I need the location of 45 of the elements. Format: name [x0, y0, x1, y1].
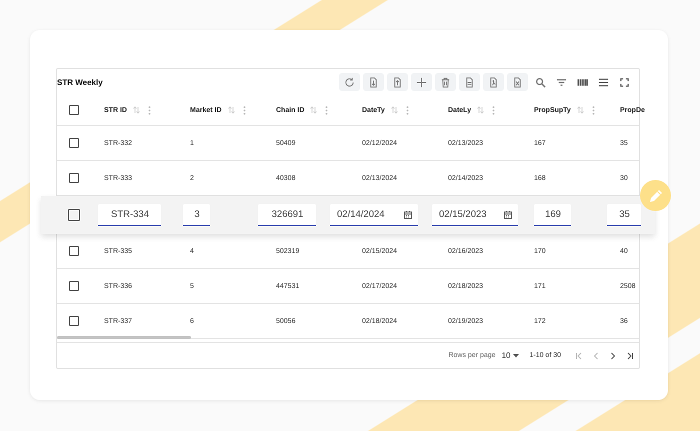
file-upload-button[interactable]: [363, 73, 384, 91]
file-download-icon: [392, 76, 403, 88]
file-download-button[interactable]: [387, 73, 408, 91]
table-title: STR Weekly: [57, 78, 103, 86]
trash-icon: [440, 76, 451, 88]
input-field[interactable]: 169: [534, 204, 571, 226]
last-page-icon: [626, 352, 634, 360]
search-icon: [534, 76, 546, 88]
excel-file-button[interactable]: [507, 73, 528, 91]
row-checkbox[interactable]: [68, 209, 80, 221]
input-field[interactable]: 326691: [258, 204, 316, 226]
pdf-file-icon: [488, 76, 499, 88]
file-upload-icon: [368, 76, 379, 88]
input-field[interactable]: STR-334: [98, 204, 161, 226]
input-field[interactable]: 3: [183, 204, 210, 226]
excel-file-icon: [512, 76, 523, 88]
refresh-icon: [344, 76, 355, 88]
filter-icon: [556, 76, 566, 88]
csv-file-icon: [464, 76, 475, 88]
trash-button[interactable]: [435, 73, 456, 91]
row-checkbox[interactable]: [69, 173, 79, 183]
rows-per-page-select[interactable]: 10: [502, 351, 520, 360]
row-checkbox[interactable]: [69, 316, 79, 326]
caret-icon: [513, 354, 520, 358]
next-page-icon: [608, 352, 616, 360]
previous-page-icon: [592, 352, 600, 360]
select-all-checkbox[interactable]: [69, 105, 79, 115]
csv-file-button[interactable]: [459, 73, 480, 91]
columns-icon: [576, 76, 588, 88]
date-field[interactable]: 02/14/2024: [330, 204, 418, 226]
calendar-icon[interactable]: [404, 210, 412, 218]
pdf-file-button[interactable]: [483, 73, 504, 91]
plus-icon: [416, 76, 427, 88]
row-checkbox[interactable]: [69, 138, 79, 148]
plus-button[interactable]: [411, 73, 432, 91]
input-field[interactable]: 35: [607, 204, 641, 226]
menu-icon: [598, 76, 608, 88]
calendar-icon[interactable]: [504, 210, 512, 218]
date-field[interactable]: 02/15/2023: [432, 204, 518, 226]
row-checkbox[interactable]: [69, 281, 79, 291]
horizontal-scrollbar[interactable]: [57, 336, 191, 339]
first-page-icon: [574, 352, 582, 360]
refresh-button[interactable]: [339, 73, 360, 91]
row-checkbox[interactable]: [69, 246, 79, 256]
fullscreen-icon: [618, 76, 630, 88]
